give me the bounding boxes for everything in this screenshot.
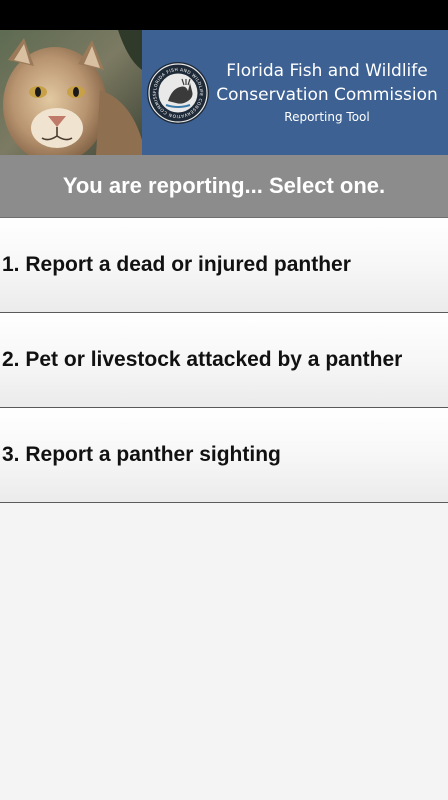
option-panther-sighting[interactable]: 3. Report a panther sighting xyxy=(0,408,448,503)
org-name-line1: Florida Fish and Wildlife xyxy=(226,60,428,81)
option-label: 2. Pet or livestock attacked by a panthe… xyxy=(2,348,403,371)
report-options-list: 1. Report a dead or injured panther 2. P… xyxy=(0,218,448,503)
option-label: 3. Report a panther sighting xyxy=(2,443,281,466)
option-label: 1. Report a dead or injured panther xyxy=(2,253,351,276)
option-dead-or-injured-panther[interactable]: 1. Report a dead or injured panther xyxy=(0,218,448,313)
prompt-text: You are reporting... Select one. xyxy=(62,173,386,198)
app-subtitle: Reporting Tool xyxy=(284,109,370,124)
option-pet-or-livestock-attacked[interactable]: 2. Pet or livestock attacked by a panthe… xyxy=(0,313,448,408)
organization-name: Florida Fish and Wildlife Conservation C… xyxy=(210,59,448,127)
panther-photo xyxy=(0,30,142,155)
fwc-seal-icon: FLORIDA FISH AND WILDLIFE CONSERVATION C… xyxy=(146,61,209,124)
empty-content-area xyxy=(0,503,448,800)
org-name-line2: Conservation Commission xyxy=(216,84,438,105)
banner-title-area: FLORIDA FISH AND WILDLIFE CONSERVATION C… xyxy=(142,30,448,155)
prompt-bar: You are reporting... Select one. xyxy=(0,155,448,218)
status-bar xyxy=(0,0,448,30)
header-banner: FLORIDA FISH AND WILDLIFE CONSERVATION C… xyxy=(0,30,448,155)
